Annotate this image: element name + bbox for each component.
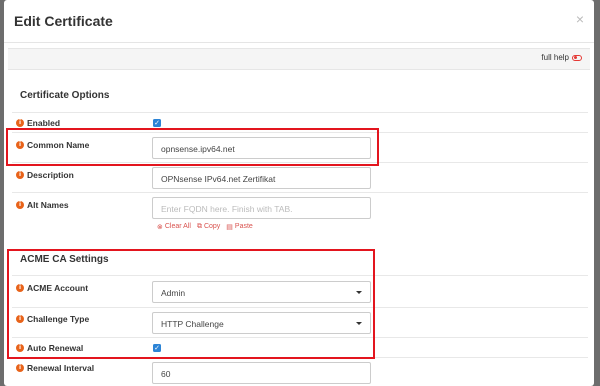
alt-names-placeholder: Enter FQDN here. Finish with TAB. — [161, 204, 293, 214]
info-icon[interactable]: i — [16, 364, 24, 372]
alt-names-input[interactable]: Enter FQDN here. Finish with TAB. — [152, 197, 371, 219]
enabled-checkbox[interactable]: ✓ — [153, 119, 161, 127]
paste-icon: ▤ — [226, 222, 233, 231]
common-name-label: Common Name — [27, 140, 90, 150]
description-input[interactable]: OPNsense IPv64.net Zertifikat — [152, 167, 371, 189]
toggle-icon — [572, 54, 582, 61]
help-bar: full help — [8, 48, 590, 70]
renewal-interval-label-wrap: i Renewal Interval — [16, 363, 94, 373]
dialog-title: Edit Certificate — [14, 13, 113, 29]
challenge-type-label: Challenge Type — [27, 314, 90, 324]
alt-names-label-wrap: i Alt Names — [16, 200, 69, 210]
description-label: Description — [27, 170, 74, 180]
row-enabled: i Enabled ✓ — [12, 112, 588, 133]
close-icon[interactable]: × — [576, 11, 584, 27]
paste-label: Paste — [234, 223, 253, 230]
renewal-interval-label: Renewal Interval — [27, 363, 95, 373]
info-icon[interactable]: i — [16, 284, 24, 292]
description-label-wrap: i Description — [16, 170, 74, 180]
full-help-toggle[interactable]: full help — [541, 53, 582, 62]
row-alt-names: i Alt Names Enter FQDN here. Finish with… — [12, 192, 588, 243]
acme-account-label: ACME Account — [27, 283, 89, 293]
enabled-label-wrap: i Enabled — [16, 118, 60, 128]
info-icon[interactable]: i — [16, 315, 24, 323]
clear-icon: ⊗ — [157, 222, 163, 231]
acme-account-value: Admin — [161, 288, 186, 298]
info-icon[interactable]: i — [16, 119, 24, 127]
row-auto-renewal: i Auto Renewal ✓ — [12, 337, 588, 358]
auto-renewal-label: Auto Renewal — [27, 343, 84, 353]
clear-all-button[interactable]: ⊗ Clear All — [157, 222, 191, 231]
info-icon[interactable]: i — [16, 201, 24, 209]
challenge-type-label-wrap: i Challenge Type — [16, 314, 89, 324]
info-icon[interactable]: i — [16, 344, 24, 352]
copy-button[interactable]: ⧉ Copy — [197, 222, 220, 231]
common-name-input[interactable]: opnsense.ipv64.net — [152, 137, 371, 159]
info-icon[interactable]: i — [16, 171, 24, 179]
row-acme-account: i ACME Account Admin — [12, 275, 588, 308]
alt-names-actions: ⊗ Clear All ⧉ Copy ▤ Paste — [157, 222, 253, 231]
copy-label: Copy — [203, 223, 221, 230]
enabled-label: Enabled — [27, 118, 61, 128]
challenge-type-select[interactable]: HTTP Challenge — [152, 312, 371, 334]
info-icon[interactable]: i — [16, 141, 24, 149]
caret-down-icon — [356, 322, 362, 325]
section-title-certificate-options: Certificate Options — [20, 90, 110, 101]
copy-icon: ⧉ — [196, 222, 202, 230]
dialog-header: Edit Certificate × — [4, 0, 594, 43]
paste-button[interactable]: ▤ Paste — [226, 222, 253, 231]
alt-names-label: Alt Names — [27, 200, 69, 210]
row-renewal-interval: i Renewal Interval 60 — [12, 357, 588, 386]
renewal-interval-input[interactable]: 60 — [152, 362, 371, 384]
challenge-type-value: HTTP Challenge — [161, 319, 224, 329]
section-title-acme-settings: ACME CA Settings — [20, 254, 109, 265]
full-help-label: full help — [541, 53, 569, 62]
row-challenge-type: i Challenge Type HTTP Challenge — [12, 307, 588, 338]
caret-down-icon — [356, 291, 362, 294]
auto-renewal-checkbox[interactable]: ✓ — [153, 344, 161, 352]
acme-account-select[interactable]: Admin — [152, 281, 371, 303]
row-common-name: i Common Name opnsense.ipv64.net — [12, 132, 588, 163]
clear-all-label: Clear All — [164, 223, 191, 230]
edit-certificate-dialog: Edit Certificate × full help Certificate… — [4, 0, 594, 386]
acme-account-label-wrap: i ACME Account — [16, 283, 88, 293]
row-description: i Description OPNsense IPv64.net Zertifi… — [12, 162, 588, 193]
common-name-label-wrap: i Common Name — [16, 140, 89, 150]
auto-renewal-label-wrap: i Auto Renewal — [16, 343, 83, 353]
